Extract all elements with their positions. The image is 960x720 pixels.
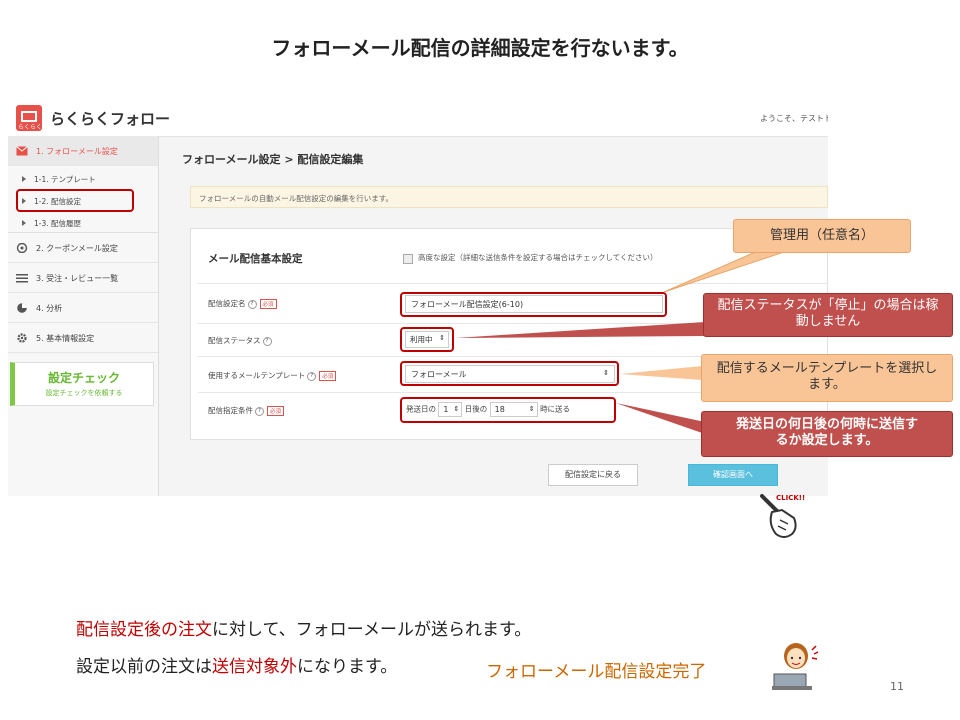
callout-template: 配信するメールテンプレートを選択します。 — [701, 354, 953, 402]
footer-text: に対して、フォローメールが送られます。 — [212, 620, 532, 640]
person-laptop-icon — [770, 640, 820, 692]
footer-red-text: 配信設定後の注文 — [76, 620, 212, 640]
completion-message: フォローメール配信設定完了 — [486, 662, 707, 682]
callout-name: 管理用（任意名） — [733, 219, 911, 253]
page-number: 11 — [890, 680, 904, 693]
footer-line-2: 設定以前の注文は送信対象外になります。 — [76, 652, 397, 677]
click-label: CLICK!! — [776, 494, 806, 502]
footer-text: 設定以前の注文は — [76, 657, 212, 677]
footer-line-1: 配信設定後の注文に対して、フォローメールが送られます。 — [76, 615, 531, 640]
footer-text: になります。 — [297, 657, 398, 677]
callout-condition: 発送日の何日後の何時に送信するか設定します。 — [701, 411, 953, 457]
callout-status: 配信ステータスが「停止」の場合は稼動しません — [703, 293, 953, 337]
footer-red-text: 送信対象外 — [212, 657, 297, 677]
